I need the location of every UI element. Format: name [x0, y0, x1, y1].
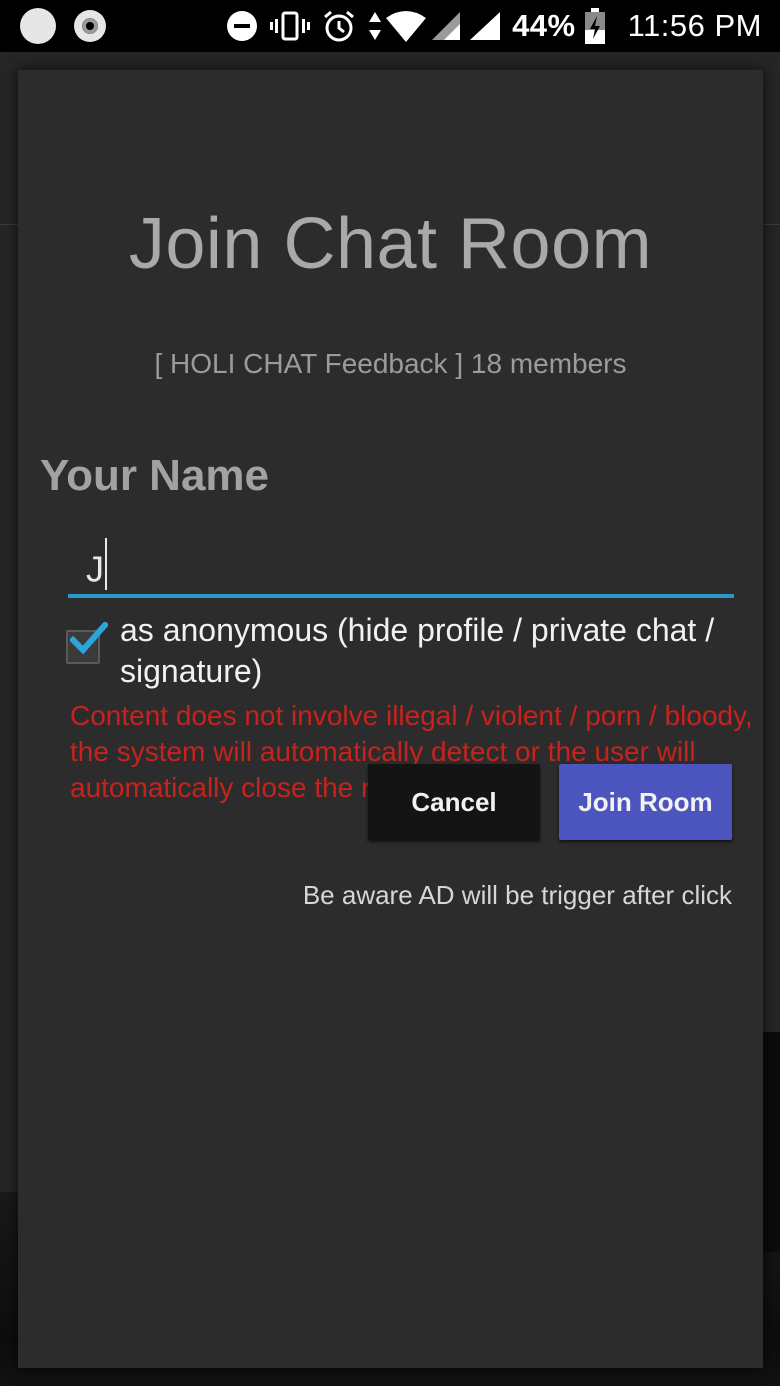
data-arrows-icon [368, 10, 382, 42]
status-bar-left [20, 8, 106, 44]
dnd-icon [226, 10, 258, 42]
name-input[interactable]: J [68, 528, 734, 598]
signal-icon [468, 10, 501, 42]
screen-record-icon [74, 10, 106, 42]
background-silhouette [762, 1032, 780, 1252]
dialog-title: Join Chat Room [128, 204, 653, 284]
room-info: [ HOLI CHAT Feedback ] 18 members [154, 348, 627, 379]
vibrate-icon [270, 10, 311, 42]
alarm-icon [322, 9, 356, 43]
your-name-label: Your Name [40, 451, 270, 500]
wifi-icon [386, 10, 427, 42]
anonymous-label[interactable]: as anonymous (hide profile / private cha… [120, 610, 720, 692]
status-bar: 44% 11:56 PM [0, 0, 780, 52]
status-bar-right: 44% 11:56 PM [214, 0, 762, 52]
text-caret [105, 538, 107, 590]
battery-percent: 44% [512, 8, 576, 43]
join-chat-room-dialog: Join Chat Room [ HOLI CHAT Feedback ] 18… [18, 70, 763, 1368]
notification-circle-icon [20, 8, 56, 44]
join-room-button[interactable]: Join Room [559, 764, 732, 840]
checkmark-icon [70, 622, 108, 655]
ad-notice: Be aware AD will be trigger after click [302, 880, 732, 910]
cancel-button[interactable]: Cancel [368, 764, 540, 840]
name-input-value: J [86, 548, 104, 590]
battery-charging-icon [584, 8, 606, 44]
signal-icon [430, 10, 461, 42]
anonymous-checkbox[interactable] [66, 622, 108, 664]
clock: 11:56 PM [627, 8, 762, 43]
name-input-wrapper: J [86, 538, 107, 598]
